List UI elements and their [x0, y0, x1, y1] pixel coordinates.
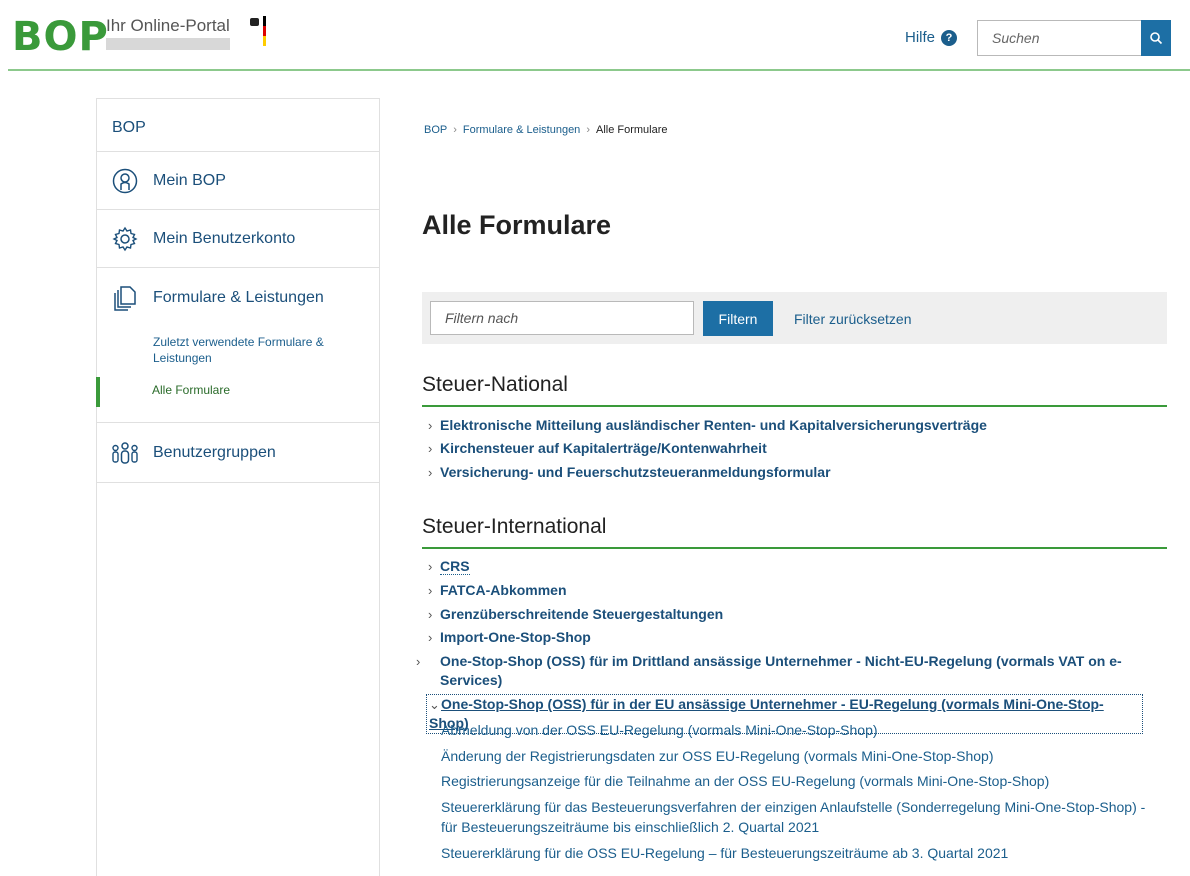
form-link[interactable]: › Versicherung- und Feuerschutzsteueranme… — [428, 463, 831, 482]
chevron-down-icon: ⌄ — [429, 697, 440, 712]
sidebar-head[interactable]: BOP — [97, 99, 379, 152]
form-link[interactable]: › CRS — [428, 557, 470, 576]
chevron-right-icon: › — [453, 124, 457, 136]
chevron-right-icon: › — [428, 630, 433, 645]
sidebar-item-mein-bop[interactable]: Mein BOP — [97, 152, 379, 210]
gear-icon — [111, 225, 139, 253]
user-group-icon — [111, 439, 139, 467]
sidebar-label: Benutzergruppen — [153, 443, 276, 461]
section-divider — [422, 405, 1167, 407]
question-icon: ? — [941, 29, 958, 46]
chevron-right-icon: › — [428, 607, 433, 622]
breadcrumb: BOP › Formulare & Leistungen › Alle Form… — [424, 124, 668, 136]
filter-input[interactable] — [430, 301, 694, 335]
sidebar-item-benutzerkonto[interactable]: Mein Benutzerkonto — [97, 210, 379, 268]
form-sublink[interactable]: Abmeldung von der OSS EU-Regelung (vorma… — [441, 720, 1151, 740]
sidebar-item-formulare[interactable]: Formulare & Leistungen — [97, 268, 379, 328]
section-divider — [422, 547, 1167, 549]
portal-subtitle-placeholder — [106, 38, 230, 50]
breadcrumb-current: Alle Formulare — [595, 124, 668, 136]
form-sublink[interactable]: Registrierungsanzeige für die Teilnahme … — [441, 771, 1151, 791]
chevron-right-icon: › — [428, 418, 433, 433]
breadcrumb-link[interactable]: Formulare & Leistungen — [463, 124, 580, 136]
form-link[interactable]: › FATCA-Abkommen — [428, 581, 567, 600]
sidebar-section-formulare: Formulare & Leistungen Zuletzt verwendet… — [96, 268, 379, 423]
help-label: Hilfe — [905, 29, 936, 46]
sidebar-subitem-recent[interactable]: Zuletzt verwendete Formulare & Leistunge… — [153, 334, 353, 366]
chevron-right-icon: › — [428, 465, 433, 480]
sidebar: BOP Mein BOP Mein Benutzerkonto Formular… — [96, 98, 380, 876]
sidebar-subitem-all-forms[interactable]: Alle Formulare — [152, 383, 230, 397]
form-sublink[interactable]: Steuererklärung für die OSS EU-Regelung … — [441, 843, 1151, 863]
form-link[interactable]: › Kirchensteuer auf Kapitalerträge/Konten… — [428, 439, 767, 458]
bop-logo[interactable]: BOP — [12, 14, 109, 60]
form-sublink[interactable]: Änderung der Registrierungsdaten zur OSS… — [441, 746, 1151, 766]
header-divider — [8, 69, 1190, 71]
search-box — [977, 20, 1171, 56]
section-title-national: Steuer-National — [422, 373, 568, 396]
search-input[interactable] — [977, 20, 1141, 56]
breadcrumb-link[interactable]: BOP — [424, 124, 447, 136]
chevron-right-icon: › — [428, 583, 433, 598]
help-link[interactable]: Hilfe ? — [905, 29, 958, 46]
sidebar-label: Mein BOP — [153, 171, 226, 189]
filter-button[interactable]: Filtern — [703, 301, 773, 336]
documents-icon — [111, 284, 139, 312]
sidebar-item-benutzergruppen[interactable]: Benutzergruppen — [97, 423, 379, 483]
filter-reset-link[interactable]: Filter zurücksetzen — [794, 311, 911, 327]
page-title: Alle Formulare — [422, 210, 612, 240]
chevron-right-icon: › — [428, 559, 433, 574]
section-title-international: Steuer-International — [422, 515, 607, 538]
sidebar-label: Formulare & Leistungen — [153, 289, 324, 306]
header: BOP Ihr Online-Portal Hilfe ? — [0, 0, 1190, 71]
sidebar-label: Mein Benutzerkonto — [153, 229, 296, 247]
form-link[interactable]: › Elektronische Mitteilung ausländischer … — [428, 416, 987, 435]
user-circle-icon — [111, 167, 139, 195]
chevron-right-icon: › — [416, 654, 421, 669]
form-sublink[interactable]: Steuererklärung für das Besteuerungsverf… — [441, 797, 1151, 837]
form-link[interactable]: › One-Stop-Shop (OSS) für im Drittland an… — [416, 652, 1148, 690]
chevron-right-icon: › — [428, 441, 433, 456]
active-indicator — [96, 377, 100, 407]
chevron-right-icon: › — [586, 124, 590, 136]
form-link[interactable]: › Import-One-Stop-Shop — [428, 628, 591, 647]
search-button[interactable] — [1141, 20, 1171, 56]
form-link[interactable]: › Grenzüberschreitende Steuergestaltungen — [428, 605, 723, 624]
federal-eagle-logo — [250, 16, 310, 46]
portal-name: Ihr Online-Portal — [106, 16, 230, 35]
search-icon — [1150, 32, 1163, 45]
filter-bar: Filtern Filter zurücksetzen — [422, 292, 1167, 344]
